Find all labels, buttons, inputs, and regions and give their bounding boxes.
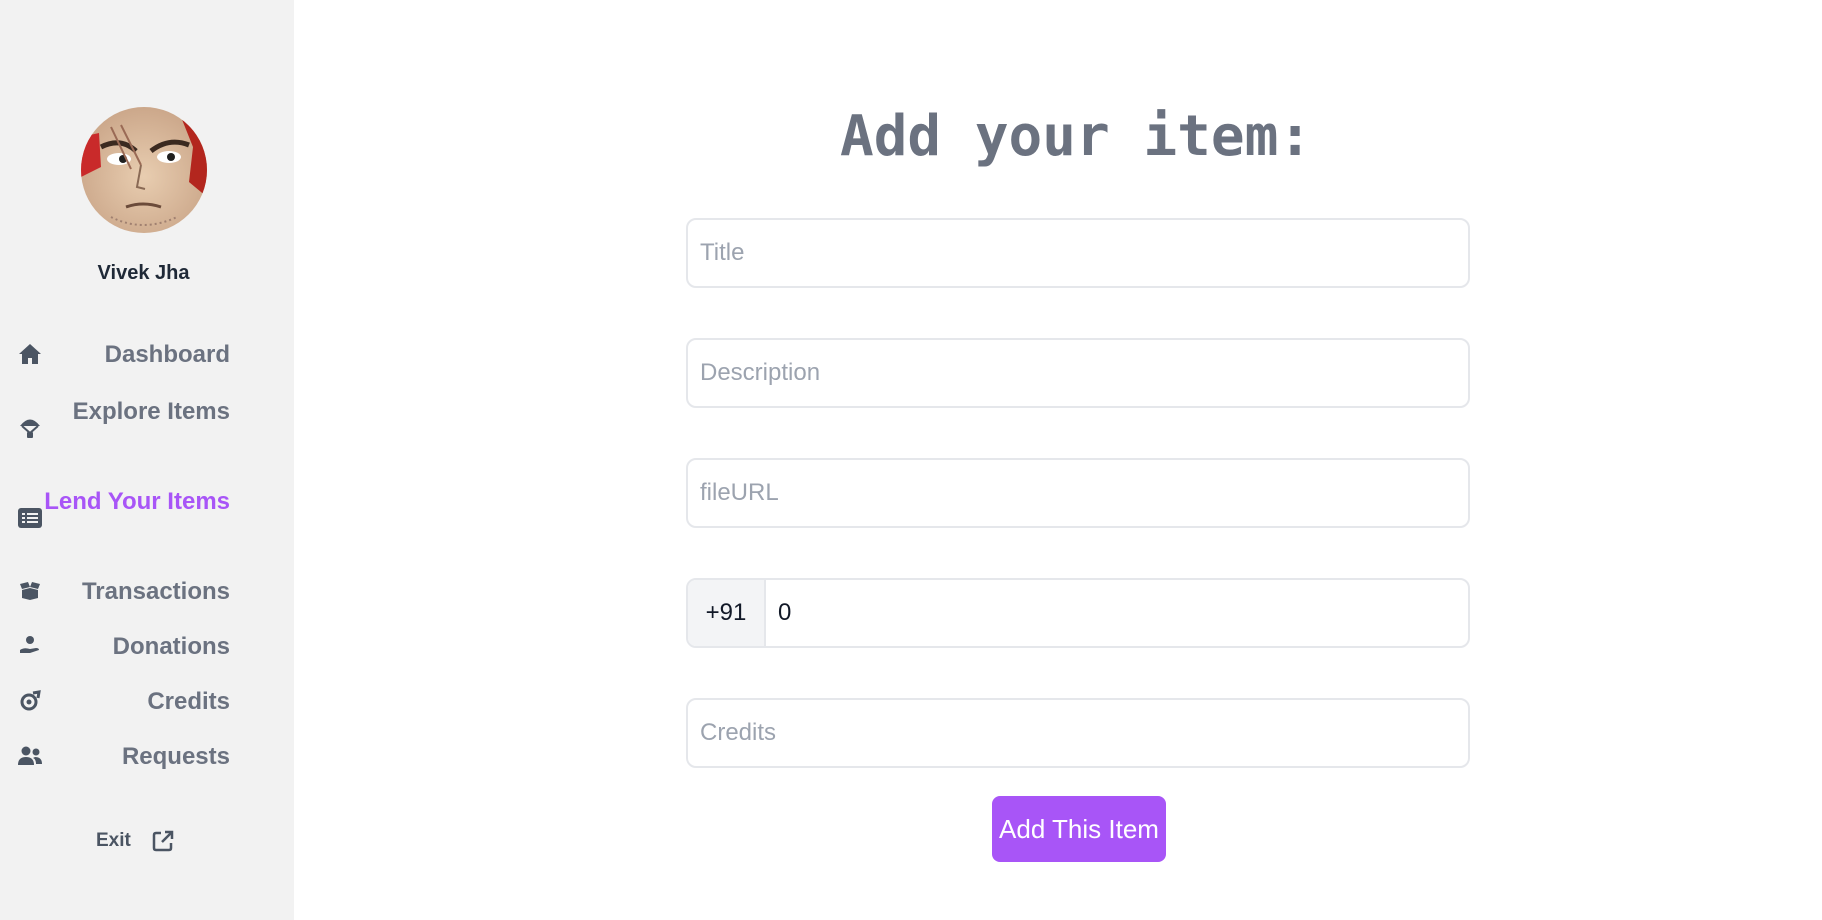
title-field bbox=[686, 218, 1470, 288]
description-field bbox=[686, 338, 1470, 408]
page-title: Add your item: bbox=[839, 104, 1312, 169]
exit-label: Exit bbox=[96, 830, 131, 851]
phone-input[interactable] bbox=[766, 580, 1468, 646]
phone-prefix: +91 bbox=[688, 580, 766, 646]
description-input[interactable] bbox=[688, 340, 1468, 406]
sidebar-item-label: Requests bbox=[121, 743, 230, 770]
external-link-icon bbox=[151, 829, 175, 853]
exit-button[interactable]: Exit bbox=[96, 826, 175, 856]
add-item-button[interactable]: Add This Item bbox=[992, 796, 1166, 862]
phone-field: +91 bbox=[686, 578, 1470, 648]
sidebar-item-label: Donations bbox=[112, 633, 230, 660]
sidebar-item-label: Lend Your Items bbox=[44, 488, 230, 515]
avatar bbox=[81, 107, 207, 233]
sidebar: Vivek Jha Dashboard Explore Items Lend Y… bbox=[0, 0, 294, 920]
credits-input[interactable] bbox=[688, 700, 1468, 766]
file-url-field bbox=[686, 458, 1470, 528]
title-input[interactable] bbox=[688, 220, 1468, 286]
user-name: Vivek Jha bbox=[97, 262, 190, 284]
sidebar-item-label: Dashboard bbox=[104, 341, 230, 368]
sidebar-item-label: Credits bbox=[147, 688, 230, 715]
credits-field bbox=[686, 698, 1470, 768]
sidebar-item-label: Transactions bbox=[81, 578, 230, 605]
sidebar-item-label: Explore Items bbox=[72, 398, 230, 425]
file-url-input[interactable] bbox=[688, 460, 1468, 526]
